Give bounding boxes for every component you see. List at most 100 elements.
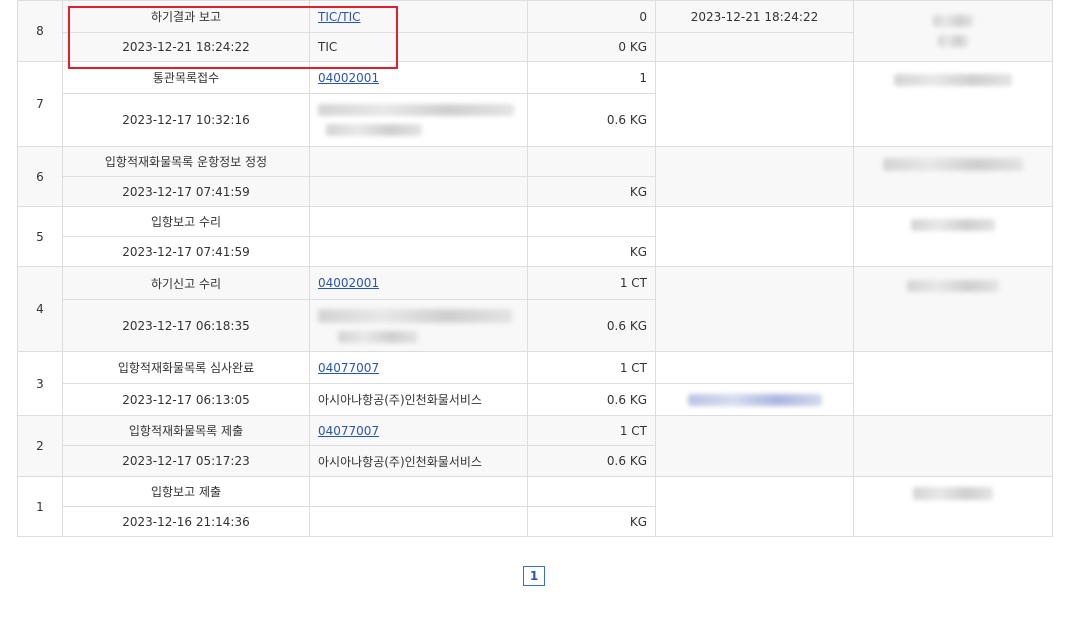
quantity-weight: 0.6 KG	[527, 299, 656, 352]
reference-cell: TIC/TIC	[309, 0, 528, 33]
quantity-count: 1 CT	[527, 351, 656, 384]
company-name: 아시아나항공(주)인천화물서비스	[309, 445, 528, 477]
process-datetime: 2023-12-16 21:14:36	[62, 506, 310, 537]
redacted-text	[318, 104, 514, 116]
table-row: 8 하기결과 보고 TIC/TIC 0 2023-12-21 18:24:22	[17, 0, 1053, 62]
table-row: 2 입항적재화물목록 제출 04077007 1 CT	[17, 415, 1053, 477]
process-name: 입항보고 제출	[62, 476, 310, 507]
report-time: 2023-12-21 18:24:22	[655, 0, 854, 33]
table-row: 1 입항보고 제출	[17, 476, 1053, 537]
company-name	[309, 236, 528, 267]
report-time	[655, 351, 854, 384]
empty-cell	[655, 32, 854, 62]
quantity-count: 1 CT	[527, 266, 656, 300]
process-datetime: 2023-12-21 18:24:22	[62, 32, 310, 62]
process-name: 입항적재화물목록 제출	[62, 415, 310, 446]
reference-cell: 04077007	[309, 415, 528, 446]
quantity-weight: KG	[527, 236, 656, 267]
quantity-weight: KG	[527, 506, 656, 537]
reference-cell: 04002001	[309, 61, 528, 94]
page-1-button[interactable]: 1	[523, 566, 545, 586]
redacted-cell	[853, 146, 1053, 207]
redacted-text	[338, 330, 418, 343]
reference-link[interactable]: TIC/TIC	[318, 10, 361, 24]
empty-cell	[853, 415, 1053, 477]
process-datetime: 2023-12-17 07:41:59	[62, 176, 310, 207]
redacted-company-cell	[309, 299, 528, 352]
quantity-count: 1	[527, 61, 656, 94]
table-row: 4 하기신고 수리 04002001 1 CT	[17, 266, 1053, 352]
reference-link[interactable]: 04002001	[318, 71, 379, 85]
cargo-progress-table: 8 하기결과 보고 TIC/TIC 0 2023-12-21 18:24:22 …	[17, 0, 1053, 537]
quantity-count: 0	[527, 0, 656, 33]
quantity-count	[527, 476, 656, 507]
redacted-cell	[853, 0, 1053, 62]
report-time	[655, 415, 854, 477]
reference-cell	[309, 476, 528, 507]
redacted-cell	[853, 476, 1053, 537]
row-number: 1	[17, 476, 63, 537]
quantity-count: 1 CT	[527, 415, 656, 446]
quantity-weight: 0.6 KG	[527, 93, 656, 147]
row-number: 7	[17, 61, 63, 147]
redacted-text	[883, 158, 1023, 171]
process-datetime: 2023-12-17 05:17:23	[62, 445, 310, 477]
reference-cell	[309, 146, 528, 177]
table-row: 3 입항적재화물목록 심사완료 04077007 1 CT	[17, 351, 1053, 416]
quantity-weight: KG	[527, 176, 656, 207]
redacted-cell	[655, 383, 854, 416]
redacted-text	[907, 279, 999, 292]
redacted-text	[318, 308, 512, 323]
redacted-text	[911, 218, 995, 231]
redacted-cell	[853, 61, 1053, 147]
process-name: 입항보고 수리	[62, 206, 310, 237]
process-datetime: 2023-12-17 10:32:16	[62, 93, 310, 147]
reference-cell: 04002001	[309, 266, 528, 300]
table-row: 6 입항적재화물목록 운항정보 정정	[17, 146, 1053, 207]
process-name: 통관목록접수	[62, 61, 310, 94]
quantity-count	[527, 206, 656, 237]
process-datetime: 2023-12-17 06:18:35	[62, 299, 310, 352]
process-name: 입항적재화물목록 운항정보 정정	[62, 146, 310, 177]
redacted-cell	[853, 266, 1053, 352]
redacted-text	[687, 394, 822, 406]
reference-link[interactable]: 04077007	[318, 424, 379, 438]
process-name: 입항적재화물목록 심사완료	[62, 351, 310, 384]
empty-cell	[853, 351, 1053, 416]
company-name: 아시아나항공(주)인천화물서비스	[309, 383, 528, 416]
row-number: 4	[17, 266, 63, 352]
reference-link[interactable]: 04002001	[318, 276, 379, 290]
report-time	[655, 476, 854, 537]
report-time	[655, 206, 854, 267]
redacted-cell	[853, 206, 1053, 267]
redacted-text	[894, 73, 1012, 86]
company-name	[309, 176, 528, 207]
row-number: 6	[17, 146, 63, 207]
redacted-text	[933, 15, 973, 27]
redacted-text	[913, 487, 993, 500]
table-row: 5 입항보고 수리	[17, 206, 1053, 267]
process-datetime: 2023-12-17 06:13:05	[62, 383, 310, 416]
row-number: 3	[17, 351, 63, 416]
reference-cell	[309, 206, 528, 237]
quantity-weight: 0 KG	[527, 32, 656, 62]
quantity-weight: 0.6 KG	[527, 445, 656, 477]
process-name: 하기신고 수리	[62, 266, 310, 300]
process-name: 하기결과 보고	[62, 0, 310, 33]
quantity-weight: 0.6 KG	[527, 383, 656, 416]
redacted-text	[326, 124, 422, 136]
quantity-count	[527, 146, 656, 177]
reference-link[interactable]: 04077007	[318, 361, 379, 375]
report-time	[655, 61, 854, 147]
process-datetime: 2023-12-17 07:41:59	[62, 236, 310, 267]
redacted-company-cell	[309, 93, 528, 147]
reference-cell: 04077007	[309, 351, 528, 384]
row-number: 8	[17, 0, 63, 62]
row-number: 2	[17, 415, 63, 477]
row-number: 5	[17, 206, 63, 267]
report-time	[655, 146, 854, 207]
table-row: 7 통관목록접수 04002001 1	[17, 61, 1053, 147]
company-name: TIC	[309, 32, 528, 62]
company-name	[309, 506, 528, 537]
report-time	[655, 266, 854, 352]
